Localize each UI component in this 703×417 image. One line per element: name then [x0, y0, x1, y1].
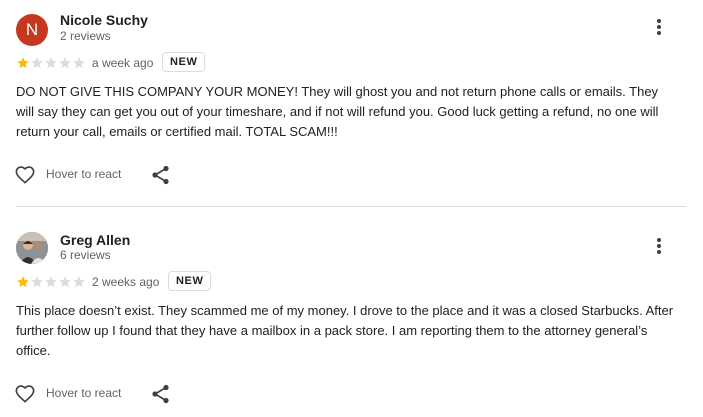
review-divider	[16, 206, 686, 207]
avatar[interactable]: N	[16, 14, 48, 46]
review-text: DO NOT GIVE THIS COMPANY YOUR MONEY! The…	[16, 84, 659, 139]
star-empty-icon	[73, 276, 85, 288]
star-empty-icon	[73, 57, 85, 69]
react-label: Hover to react	[46, 167, 122, 181]
reviewer-review-count: 6 reviews	[60, 248, 111, 262]
review-time: 2 weeks ago	[92, 275, 160, 289]
star-rating	[16, 275, 86, 289]
star-empty-icon	[59, 57, 71, 69]
more-options-button[interactable]	[647, 15, 671, 39]
reviewer-name[interactable]: Nicole Suchy	[60, 12, 148, 28]
share-icon	[152, 384, 169, 404]
review-time: a week ago	[92, 56, 154, 70]
heart-icon	[15, 385, 35, 403]
more-vert-icon	[657, 19, 661, 35]
star-filled-icon	[17, 57, 29, 69]
share-icon	[152, 165, 169, 185]
react-label: Hover to react	[46, 386, 122, 400]
star-empty-icon	[31, 57, 43, 69]
avatar[interactable]	[16, 232, 48, 264]
more-options-button[interactable]	[647, 234, 671, 258]
star-empty-icon	[31, 276, 43, 288]
new-badge: NEW	[162, 52, 206, 72]
share-button[interactable]	[150, 383, 172, 405]
star-empty-icon	[45, 57, 57, 69]
new-badge: NEW	[168, 271, 212, 291]
share-button[interactable]	[150, 164, 172, 186]
user-photo-icon	[16, 232, 48, 264]
review-text: This place doesn’t exist. They scammed m…	[16, 303, 674, 358]
star-empty-icon	[45, 276, 57, 288]
react-button[interactable]: Hover to react	[14, 164, 121, 184]
heart-icon	[15, 166, 35, 184]
star-empty-icon	[59, 276, 71, 288]
react-button[interactable]: Hover to react	[14, 383, 121, 403]
avatar-letter: N	[25, 20, 39, 39]
reviewer-name[interactable]: Greg Allen	[60, 232, 130, 248]
reviewer-review-count: 2 reviews	[60, 29, 111, 43]
star-filled-icon	[17, 276, 29, 288]
star-rating	[16, 56, 86, 70]
more-vert-icon	[657, 238, 661, 254]
